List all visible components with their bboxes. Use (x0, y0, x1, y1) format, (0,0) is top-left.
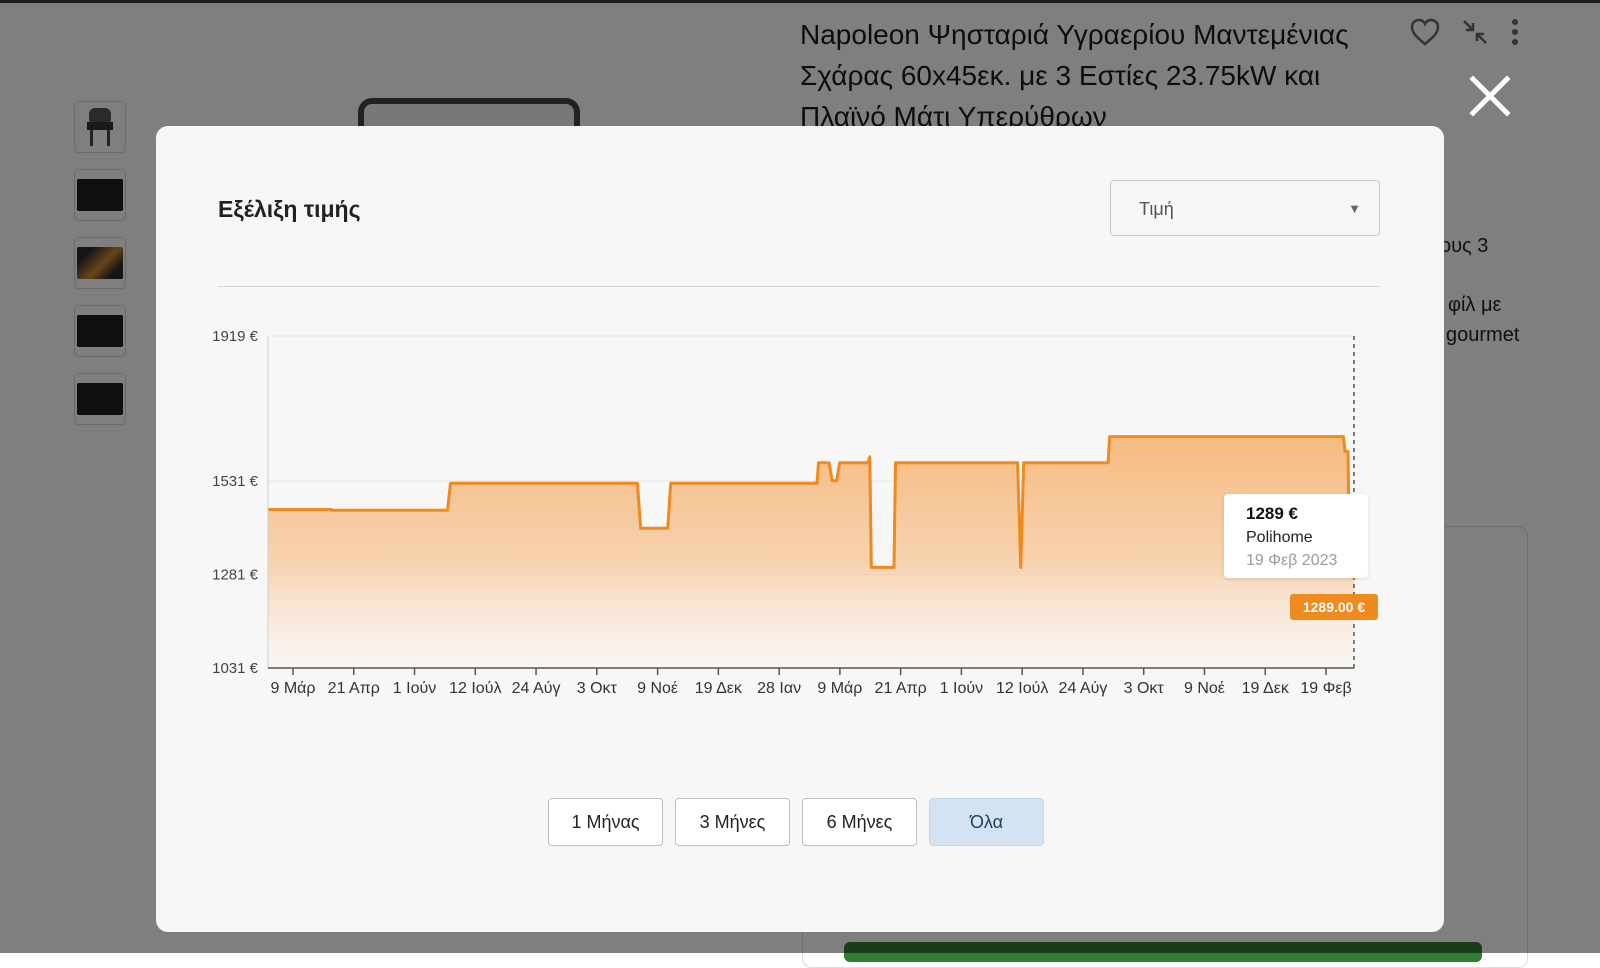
x-tick-label: 12 Ιούλ (996, 680, 1048, 697)
price-history-modal: Εξέλιξη τιμής Τιμή ▼ 1919 €1531 €1281 €1… (156, 126, 1444, 932)
y-tick-label: 1919 € (212, 328, 259, 345)
chart-tooltip: 1289 € Polihome 19 Φεβ 2023 (1224, 494, 1368, 578)
tooltip-shop: Polihome (1246, 529, 1313, 546)
x-tick-label: 9 Νοέ (1184, 680, 1225, 697)
y-tick-label: 1281 € (212, 567, 259, 584)
range-selector: 1 Μήνας 3 Μήνες 6 Μήνες Όλα (548, 798, 1044, 846)
tooltip-date: 19 Φεβ 2023 (1246, 552, 1338, 569)
y-tick-label: 1031 € (212, 660, 259, 677)
x-tick-label: 1 Ιούν (393, 680, 436, 697)
x-tick-label: 9 Νοέ (637, 680, 678, 697)
x-tick-label: 9 Μάρ (817, 680, 862, 697)
x-tick-label: 3 Οκτ (1124, 680, 1165, 697)
range-3-months-button[interactable]: 3 Μήνες (675, 798, 790, 846)
x-tick-label: 1 Ιούν (940, 680, 983, 697)
x-tick-label: 19 Δεκ (695, 680, 743, 697)
price-area (268, 436, 1354, 668)
x-tick-label: 3 Οκτ (577, 680, 618, 697)
x-tick-label: 24 Αύγ (1059, 680, 1108, 697)
x-tick-label: 21 Απρ (328, 680, 380, 697)
tooltip-price: 1289 € (1246, 504, 1298, 523)
x-tick-label: 24 Αύγ (512, 680, 561, 697)
x-tick-label: 12 Ιούλ (449, 680, 501, 697)
current-price-badge: 1289.00 € (1290, 594, 1378, 620)
close-icon[interactable] (1468, 74, 1512, 118)
x-tick-label: 19 Δεκ (1242, 680, 1290, 697)
range-6-months-button[interactable]: 6 Μήνες (802, 798, 917, 846)
y-tick-label: 1531 € (212, 473, 259, 490)
range-all-button[interactable]: Όλα (929, 798, 1044, 846)
x-tick-label: 28 Ιαν (757, 680, 801, 697)
x-tick-label: 19 Φεβ (1300, 680, 1351, 697)
range-1-month-button[interactable]: 1 Μήνας (548, 798, 663, 846)
x-tick-label: 21 Απρ (875, 680, 927, 697)
x-tick-label: 9 Μάρ (270, 680, 315, 697)
